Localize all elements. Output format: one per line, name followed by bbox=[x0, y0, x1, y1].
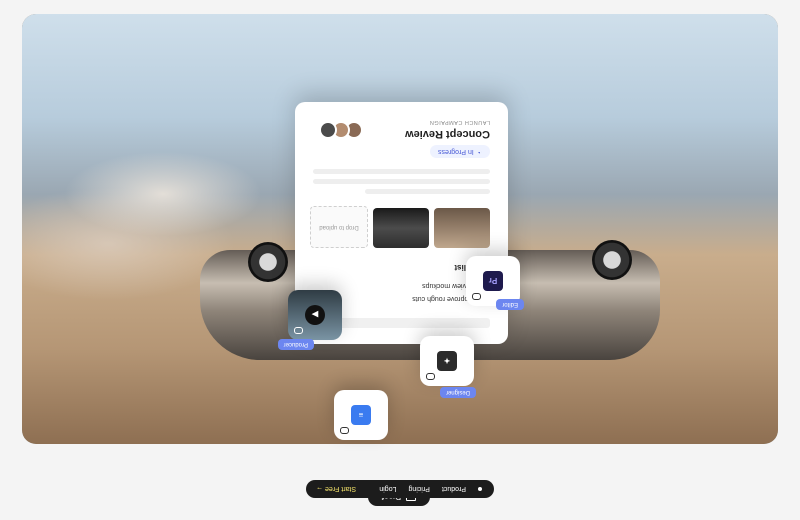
link-icon bbox=[294, 327, 303, 334]
checklist-item-label: Approve rough cuts bbox=[412, 295, 473, 302]
collaborator-avatars bbox=[319, 121, 363, 139]
role-tag-editor: Editor bbox=[496, 299, 524, 310]
arrow-right-icon: → bbox=[316, 485, 323, 493]
campaign-label: LAUNCH CAMPAIGN bbox=[429, 119, 490, 125]
figma-icon: ✦ bbox=[437, 351, 457, 371]
media-thumb-interior[interactable] bbox=[373, 208, 429, 248]
text-placeholder-line bbox=[313, 179, 490, 184]
play-icon: ▶ bbox=[305, 305, 325, 325]
active-dot-icon bbox=[478, 487, 482, 491]
page-stage: Proof Concept Review LAUNCH CAMPAIGN ◔ I… bbox=[0, 0, 800, 520]
link-icon bbox=[340, 427, 349, 434]
start-free-label: Start Free bbox=[324, 485, 357, 493]
nav-item-login[interactable]: Login bbox=[379, 486, 396, 493]
nav-bar: Product Pricing Login Start Free → bbox=[306, 480, 494, 498]
text-placeholder-line bbox=[313, 169, 490, 174]
nav-item-product[interactable]: Product bbox=[442, 486, 466, 493]
role-tag-producer: Producer bbox=[277, 339, 314, 350]
start-free-button[interactable]: Start Free → bbox=[316, 486, 356, 493]
role-tag-designer: Designer bbox=[439, 387, 476, 398]
docs-app-tile[interactable]: ≡ bbox=[334, 390, 388, 440]
figma-app-tile[interactable]: ✦ bbox=[420, 336, 474, 386]
status-badge: ◔ In Progress bbox=[429, 145, 490, 158]
status-label: In Progress bbox=[437, 148, 474, 155]
link-icon bbox=[426, 373, 435, 380]
nav-item-pricing[interactable]: Pricing bbox=[408, 486, 429, 493]
premiere-icon: Pr bbox=[483, 271, 503, 291]
progress-icon: ◔ bbox=[477, 148, 482, 155]
upload-label: Drop to upload bbox=[319, 224, 359, 230]
car-wheel-left bbox=[592, 240, 632, 280]
link-icon bbox=[472, 293, 481, 300]
video-app-tile[interactable]: ▶ bbox=[288, 290, 342, 340]
card-title: Concept Review bbox=[405, 128, 490, 140]
upload-dropzone[interactable]: Drop to upload bbox=[310, 206, 368, 248]
document-icon: ≡ bbox=[351, 405, 371, 425]
media-thumb-video[interactable] bbox=[434, 208, 490, 248]
car-wheel-right bbox=[248, 242, 288, 282]
text-placeholder-line bbox=[365, 189, 490, 194]
avatar bbox=[319, 121, 337, 139]
